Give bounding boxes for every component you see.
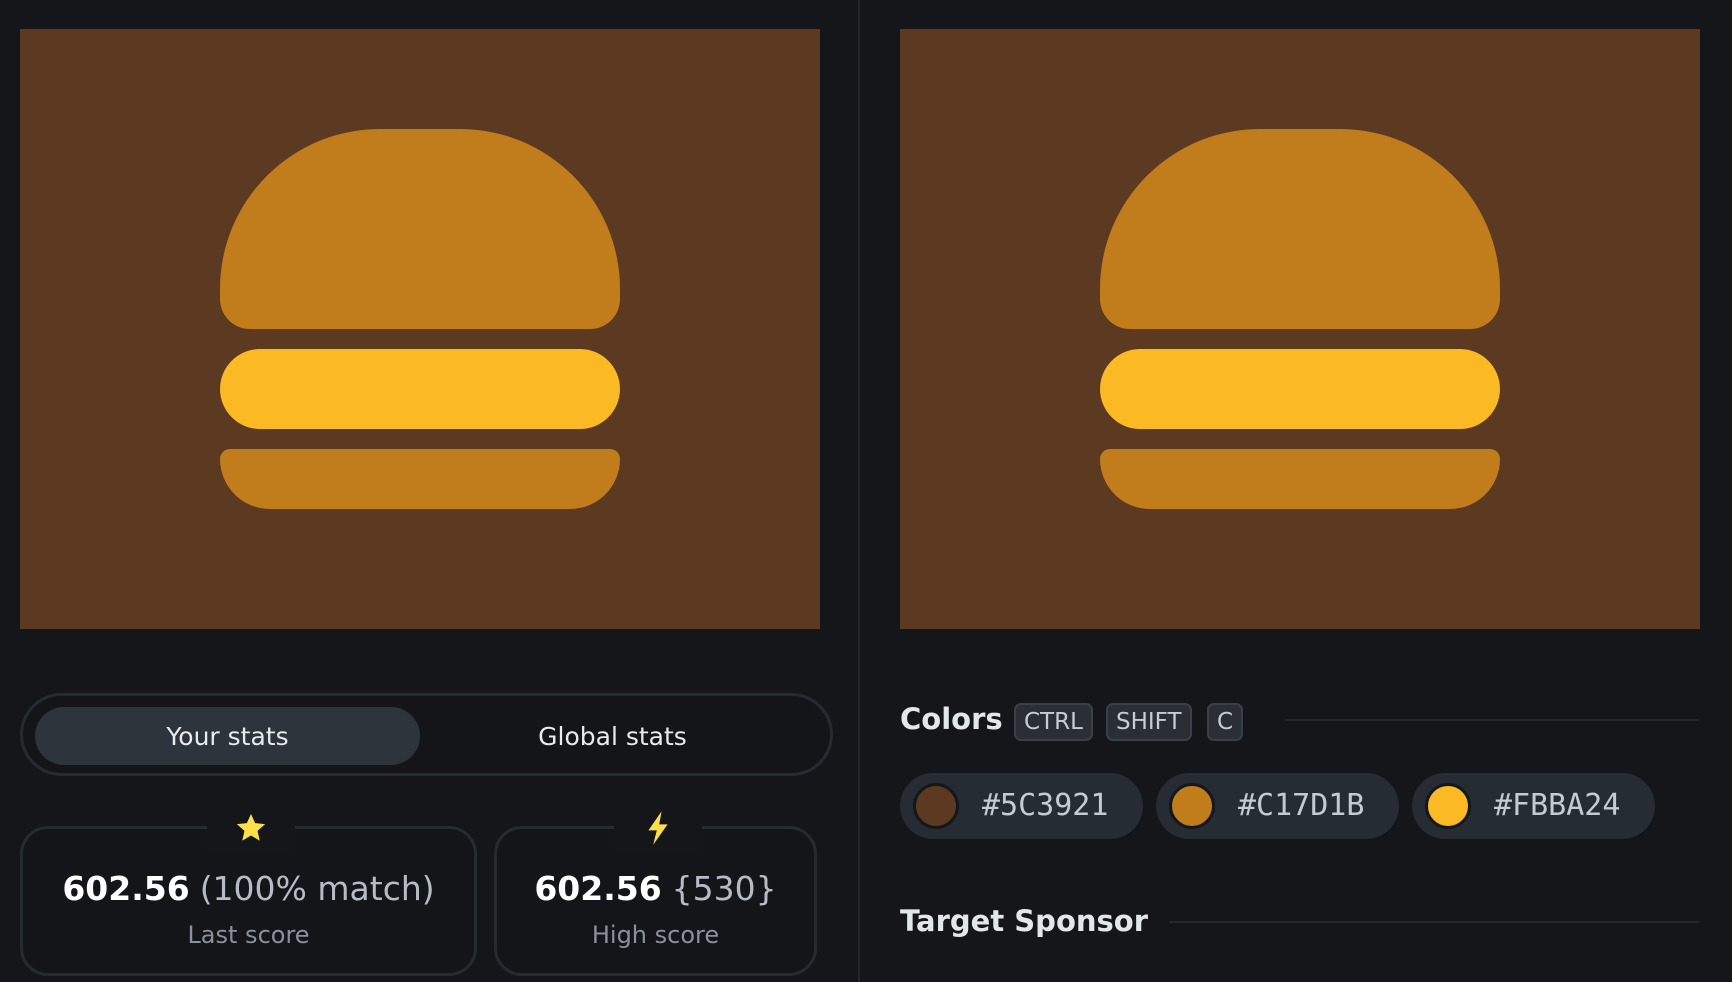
sponsor-divider <box>1169 921 1699 923</box>
lightning-icon <box>614 803 702 853</box>
high-score-card: 602.56 {530} High score <box>494 803 817 976</box>
pane-divider <box>858 0 860 982</box>
tab-your-stats[interactable]: Your stats <box>35 707 420 765</box>
color-swatch[interactable]: #5C3921 <box>900 773 1143 839</box>
color-dot <box>1425 783 1471 829</box>
colors-divider <box>1285 719 1699 721</box>
last-score-card: 602.56 (100% match) Last score <box>20 803 477 976</box>
shortcut-key-ctrl: CTRL <box>1014 703 1093 741</box>
patty <box>220 349 620 429</box>
target-canvas <box>900 29 1700 629</box>
last-score-value: 602.56 <box>62 869 190 908</box>
target-sponsor-heading: Target Sponsor <box>900 904 1149 938</box>
output-canvas <box>20 29 820 629</box>
bottom-bun <box>220 449 620 509</box>
tab-global-stats[interactable]: Global stats <box>420 707 805 765</box>
color-swatch[interactable]: #FBBA24 <box>1412 773 1655 839</box>
bottom-bun <box>1100 449 1500 509</box>
last-score-line: 602.56 (100% match) <box>23 869 474 908</box>
colors-heading: Colors <box>900 702 1003 736</box>
color-swatch[interactable]: #C17D1B <box>1156 773 1399 839</box>
color-hex: #5C3921 <box>982 788 1109 823</box>
color-hex: #C17D1B <box>1238 788 1365 823</box>
color-dot <box>1169 783 1215 829</box>
high-score-value: 602.56 <box>534 869 662 908</box>
high-score-chars: {530} <box>671 869 777 908</box>
patty <box>1100 349 1500 429</box>
shortcut-key-c: C <box>1207 703 1244 741</box>
stats-tab-switcher: Your stats Global stats <box>20 693 833 776</box>
last-score-label: Last score <box>187 921 310 949</box>
star-icon <box>207 803 295 853</box>
last-score-match: (100% match) <box>199 869 435 908</box>
high-score-line: 602.56 {530} <box>497 869 814 908</box>
color-dot <box>913 783 959 829</box>
color-hex: #FBBA24 <box>1494 788 1621 823</box>
shortcut-key-shift: SHIFT <box>1106 703 1192 741</box>
high-score-label: High score <box>591 921 720 949</box>
